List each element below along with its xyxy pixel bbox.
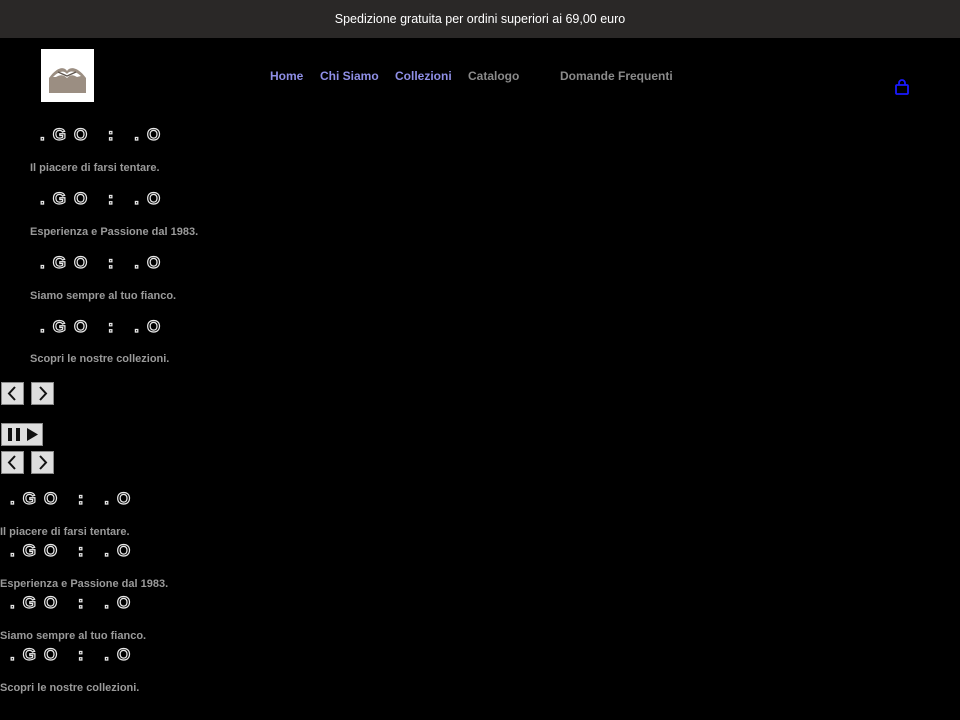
nav-catalogo[interactable]: Catalogo <box>468 69 519 83</box>
announcement-bar: Spedizione gratuita per ordini superiori… <box>0 0 960 38</box>
slideshow-pause-play-button[interactable] <box>1 423 43 446</box>
slide-next-button[interactable] <box>31 382 54 405</box>
cart-button[interactable] <box>893 78 911 96</box>
slide-wordmark: .GO : .O <box>39 124 169 144</box>
slide-prev-button-secondary[interactable] <box>1 451 24 474</box>
slide-caption: Esperienza e Passione dal 1983. <box>0 578 169 590</box>
slide-wordmark: .GO : .O <box>39 252 169 272</box>
slide-caption: Scopri le nostre collezioni. <box>0 682 140 694</box>
play-icon <box>27 428 38 441</box>
slide-caption: Siamo sempre al tuo fianco. <box>30 290 177 302</box>
slide-prev-button[interactable] <box>1 382 24 405</box>
brand-logo-link[interactable] <box>41 49 94 102</box>
slide-caption: Il piacere di farsi tentare. <box>0 526 130 538</box>
slide-wordmark: .GO : .O <box>9 592 139 612</box>
nav-collezioni[interactable]: Collezioni <box>395 69 452 83</box>
nav-chi-siamo[interactable]: Chi Siamo <box>320 69 379 83</box>
nav-home[interactable]: Home <box>270 69 303 83</box>
slide-caption: Esperienza e Passione dal 1983. <box>30 226 199 238</box>
slide-wordmark: .GO : .O <box>39 316 169 336</box>
slide-wordmark: .GO : .O <box>39 188 169 208</box>
slide-caption: Il piacere di farsi tentare. <box>30 162 160 174</box>
slide-next-button-secondary[interactable] <box>31 451 54 474</box>
slide-wordmark: .GO : .O <box>9 488 139 508</box>
slide-wordmark: .GO : .O <box>9 540 139 560</box>
announcement-text: Spedizione gratuita per ordini superiori… <box>334 12 626 26</box>
pause-icon <box>8 428 20 441</box>
shopping-bag-icon <box>893 79 911 100</box>
nav-domande-frequenti[interactable]: Domande Frequenti <box>560 69 673 83</box>
slide-caption: Scopri le nostre collezioni. <box>30 353 170 365</box>
slide-caption: Siamo sempre al tuo fianco. <box>0 630 147 642</box>
slide-wordmark: .GO : .O <box>9 644 139 664</box>
